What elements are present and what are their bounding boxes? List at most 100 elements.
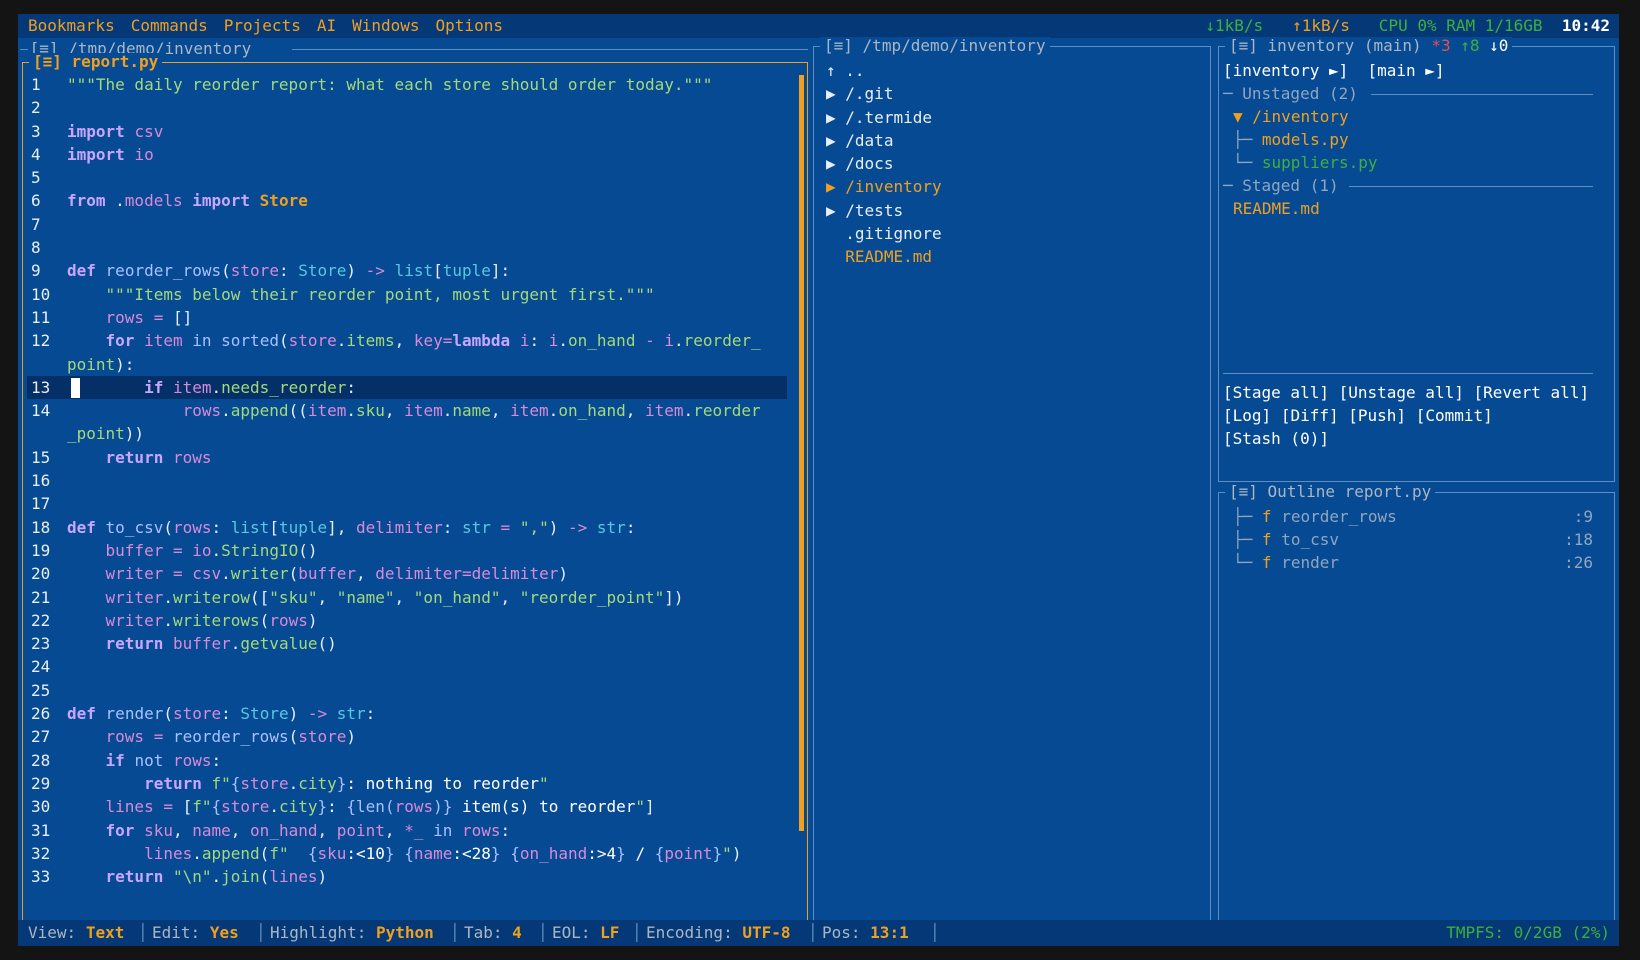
code-line: 28 if not rows: [31, 750, 222, 770]
panel-menu-icon[interactable]: [≡] [33, 52, 62, 71]
unstage-all-button[interactable]: [Unstage all] [1339, 383, 1464, 402]
stash-button[interactable]: [Stash (0)] [1223, 429, 1329, 448]
code-line: point): [67, 354, 135, 374]
folder-item[interactable]: ▶ /tests [826, 199, 942, 222]
file-browser-title: [≡] /tmp/demo/inventory [820, 37, 1050, 55]
menu-ai[interactable]: AI [317, 16, 336, 35]
code-line: 17 [31, 494, 51, 514]
editor-filename: report.py [71, 52, 159, 71]
code-line: 5 [31, 168, 41, 188]
unstaged-folder[interactable]: ▼ /inventory [1233, 105, 1349, 128]
expand-triangle-icon: ▶ [826, 130, 836, 150]
outline-item[interactable]: ├─ f reorder_rows:9 [1233, 505, 1593, 528]
git-modified-count: *3 [1431, 36, 1451, 55]
status-eol[interactable]: EOL: LF [552, 920, 619, 946]
file-browser-path: /tmp/demo/inventory [862, 36, 1046, 55]
file-item[interactable]: .gitignore [826, 222, 941, 245]
code-line: 22 writer.writerows(rows) [31, 610, 318, 630]
code-line: 30 lines = [f"{store.city}: {len(rows)} … [31, 797, 655, 817]
divider [1371, 94, 1593, 95]
folder-item[interactable]: ▶ /data [826, 129, 942, 152]
outline-item[interactable]: └─ f render:26 [1233, 551, 1593, 574]
code-line: 27 rows = reorder_rows(store) [31, 727, 357, 747]
code-area[interactable]: 1 """The daily reorder report: what each … [27, 73, 787, 888]
stage-all-button[interactable]: [Stage all] [1223, 383, 1329, 402]
status-tab[interactable]: Tab: 4 [464, 920, 522, 946]
terminal-ide-window: Bookmarks Commands Projects AI Windows Option… [18, 14, 1619, 946]
tree-branch-icon: ├─ [1233, 530, 1253, 549]
file-item-modified[interactable]: README.md [826, 245, 942, 268]
code-line: 19 buffer = io.StringIO() [31, 540, 318, 560]
folder-item[interactable]: ▶ /.git [826, 82, 942, 105]
commit-button[interactable]: [Commit] [1416, 406, 1493, 425]
menu-windows[interactable]: Windows [352, 16, 419, 35]
editor-panel[interactable]: [≡] report.py 1 """The daily reorder repo… [22, 53, 808, 925]
menu-options[interactable]: Options [436, 16, 503, 35]
diff-button[interactable]: [Diff] [1281, 406, 1339, 425]
folder-item[interactable]: ▶ /.termide [826, 106, 942, 129]
menu-commands[interactable]: Commands [131, 16, 208, 35]
menu-bookmarks[interactable]: Bookmarks [28, 16, 115, 35]
code-line: _point)) [67, 424, 145, 444]
divider [1349, 186, 1593, 187]
menu-bar: Bookmarks Commands Projects AI Windows Option… [18, 14, 1619, 38]
code-line: 9 def reorder_rows(store: Store) -> list[… [31, 261, 511, 281]
function-icon: f [1261, 507, 1272, 526]
code-line: 1 """The daily reorder report: what each … [31, 75, 713, 94]
clock: 10:42 [1561, 16, 1610, 35]
panel-menu-icon[interactable]: [≡] [824, 36, 853, 55]
code-line: 29 return f"{store.city}: nothing to reo… [31, 773, 549, 793]
code-line: 12 for item in sorted(store.items, key=l… [31, 331, 761, 351]
file-browser-panel: [≡] /tmp/demo/inventory ↑ .. ▶ /.git ▶ /… [813, 37, 1211, 925]
unstaged-file[interactable]: └─ suppliers.py [1233, 151, 1378, 174]
editor-tab[interactable]: [≡] report.py [29, 52, 163, 71]
code-line: 20 writer = csv.writer(buffer, delimiter… [31, 564, 568, 584]
tree-branch-icon: ├─ [1233, 130, 1253, 149]
folder-item[interactable]: ▶ /docs [826, 152, 942, 175]
code-line: 6 from .models import Store [31, 191, 308, 211]
folder-item-selected[interactable]: ▶ /inventory [826, 175, 942, 198]
function-icon: f [1261, 530, 1272, 549]
log-button[interactable]: [Log] [1223, 406, 1271, 425]
unstaged-file[interactable]: ├─ models.py [1233, 128, 1349, 151]
push-button[interactable]: [Push] [1348, 406, 1406, 425]
code-line: 26 def render(store: Store) -> str: [31, 704, 376, 724]
status-position[interactable]: Pos: 13:1 [822, 920, 909, 946]
menu-projects[interactable]: Projects [224, 16, 301, 35]
code-line: 2 [31, 98, 41, 118]
collapse-triangle-icon: ▼ [1233, 107, 1243, 126]
status-highlight[interactable]: Highlight: Python [270, 920, 434, 946]
tree-end-icon: └─ [1233, 153, 1253, 172]
code-line: 15 return rows [31, 447, 212, 467]
git-panel: [≡] inventory (main) *3 ↑8 ↓0 [inventory… [1218, 37, 1615, 482]
code-line: 4 import io [31, 144, 154, 164]
divider [1223, 373, 1593, 374]
unstaged-header: ─ Unstaged (2) [1223, 84, 1358, 103]
status-view[interactable]: View: Text [28, 920, 124, 946]
code-line: 32 lines.append(f" {sku:<10} {name:<28} … [31, 843, 742, 863]
expand-triangle-icon: ▶ [826, 84, 836, 104]
git-repo-name: inventory (main) [1267, 36, 1422, 55]
editor-scrollbar[interactable] [799, 75, 804, 831]
code-line: 14 rows.append((item.sku, item.name, ite… [31, 401, 761, 421]
code-line: 8 [31, 238, 41, 258]
code-line: 23 return buffer.getvalue() [31, 634, 337, 654]
panel-menu-icon[interactable]: [≡] [1229, 482, 1258, 501]
repo-select-button[interactable]: [inventory ►] [1223, 61, 1348, 80]
staged-file[interactable]: README.md [1233, 197, 1320, 220]
git-panel-title: [≡] inventory (main) *3 ↑8 ↓0 [1225, 36, 1513, 55]
panel-menu-icon[interactable]: [≡] [1229, 36, 1258, 55]
outline-item[interactable]: ├─ f to_csv:18 [1233, 528, 1593, 551]
text-cursor [71, 377, 80, 398]
code-line: 16 [31, 471, 51, 491]
branch-select-button[interactable]: [main ►] [1368, 61, 1445, 80]
code-line: 33 return "\n".join(lines) [31, 867, 328, 887]
code-line: 21 writer.writerow(["sku", "name", "on_h… [31, 587, 684, 607]
expand-triangle-icon: ▶ [826, 177, 836, 197]
cpu-ram-usage: CPU 0% RAM 1/16GB [1378, 16, 1543, 35]
file-item-parent[interactable]: ↑ .. [826, 59, 942, 82]
status-edit[interactable]: Edit: Yes [152, 920, 239, 946]
status-encoding[interactable]: Encoding: UTF-8 [646, 920, 791, 946]
code-line: 18 def to_csv(rows: list[tuple], delimite… [31, 517, 636, 537]
revert-all-button[interactable]: [Revert all] [1473, 383, 1589, 402]
